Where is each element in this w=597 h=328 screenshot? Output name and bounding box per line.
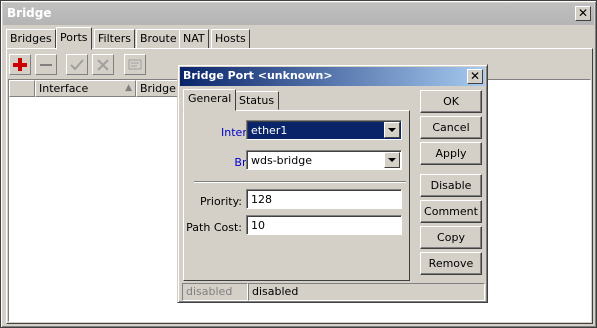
comment-icon: [128, 59, 142, 70]
priority-value: 128: [251, 193, 272, 206]
disable-button[interactable]: [92, 54, 114, 75]
plus-icon: [13, 58, 27, 71]
apply-button[interactable]: Apply: [420, 142, 482, 165]
comment-button[interactable]: [124, 54, 146, 75]
dialog-tab-general[interactable]: General: [183, 89, 237, 111]
remove-button[interactable]: Remove: [420, 252, 482, 275]
column-interface-label: Interface: [39, 82, 89, 95]
general-panel: Interface: ether1 Bridge: wds-bridge Pri…: [183, 110, 410, 281]
column-bridge-label: Bridge: [140, 82, 176, 95]
copy-button[interactable]: Copy: [420, 226, 482, 249]
path-cost-label: Path Cost:: [186, 221, 242, 234]
ok-button[interactable]: OK: [420, 90, 482, 113]
comment-button[interactable]: Comment: [420, 200, 482, 223]
sort-triangle-icon: ▲: [125, 83, 132, 93]
dialog-close-icon[interactable]: ✕: [467, 69, 483, 84]
tab-bridges[interactable]: Bridges: [6, 29, 56, 49]
interface-select[interactable]: ether1: [246, 120, 402, 140]
tab-hosts[interactable]: Hosts: [211, 29, 250, 49]
check-icon: [70, 59, 84, 71]
column-interface-header[interactable]: Interface ▲: [35, 80, 136, 97]
path-cost-value: 10: [251, 219, 265, 232]
window-title: Bridge: [7, 6, 52, 20]
chevron-down-icon[interactable]: [384, 122, 400, 138]
divider: [194, 181, 406, 183]
status-field: disabled: [248, 283, 485, 301]
cancel-button[interactable]: Cancel: [420, 116, 482, 139]
dialog-tab-status[interactable]: Status: [234, 91, 280, 110]
tab-ports[interactable]: Ports: [56, 27, 92, 50]
disable-button[interactable]: Disable: [420, 174, 482, 197]
dialog-titlebar[interactable]: Bridge Port <unknown> ✕: [180, 67, 485, 86]
enable-button[interactable]: [66, 54, 88, 75]
chevron-down-icon[interactable]: [384, 152, 400, 168]
tab-filters[interactable]: Filters: [94, 29, 135, 49]
bridge-select[interactable]: wds-bridge: [246, 150, 402, 170]
remove-button[interactable]: [35, 54, 57, 75]
interface-value: ether1: [251, 124, 288, 137]
dialog-title: Bridge Port <unknown>: [183, 69, 333, 82]
window-close-icon[interactable]: ✕: [575, 6, 591, 21]
add-button[interactable]: [9, 54, 31, 75]
status-enabled-field: disabled: [182, 283, 248, 301]
bridge-value: wds-bridge: [251, 154, 312, 167]
bridge-port-dialog: Bridge Port <unknown> ✕ General Status I…: [177, 64, 488, 303]
column-flags-header[interactable]: [9, 80, 35, 97]
priority-input[interactable]: 128: [246, 189, 402, 209]
tab-broute[interactable]: Broute: [136, 29, 181, 49]
window-titlebar[interactable]: Bridge ✕: [3, 3, 594, 25]
path-cost-input[interactable]: 10: [246, 215, 402, 235]
priority-label: Priority:: [199, 195, 242, 208]
minus-icon: [40, 64, 52, 66]
tab-nat[interactable]: NAT: [179, 29, 209, 49]
cross-icon: [97, 59, 109, 71]
